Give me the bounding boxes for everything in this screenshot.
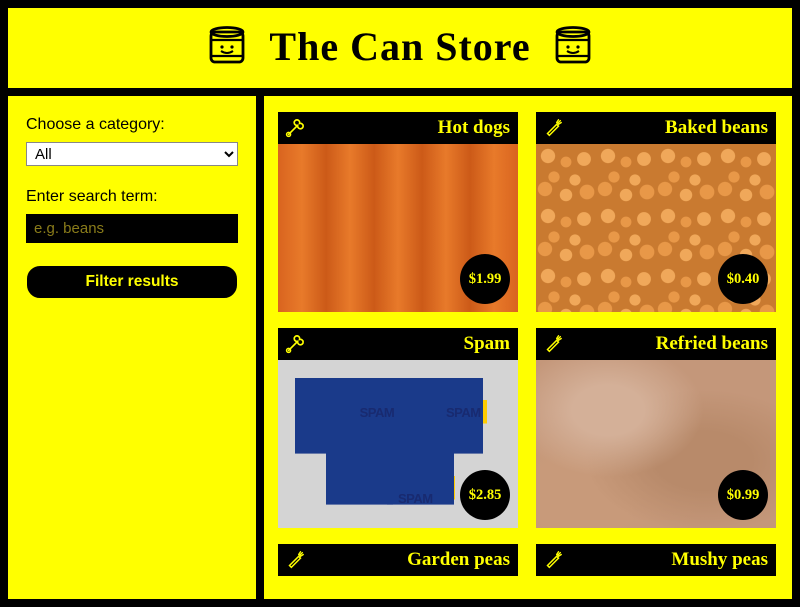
product-card[interactable]: Refried beans $0.99 [536, 328, 776, 528]
product-card[interactable]: Hot dogs $1.99 [278, 112, 518, 312]
product-image [536, 576, 776, 599]
product-grid-container: Hot dogs $1.99 Baked beans $0.40 Spam SPAMSPA… [264, 96, 792, 599]
product-name: Hot dogs [306, 117, 510, 139]
product-image: SPAMSPAMSPAM$2.85 [278, 360, 518, 528]
product-grid: Hot dogs $1.99 Baked beans $0.40 Spam SPAMSPA… [278, 112, 778, 599]
product-card-header: Garden peas [278, 544, 518, 576]
product-name: Baked beans [564, 117, 768, 139]
carrot-icon [542, 549, 564, 571]
price-badge: $0.40 [718, 254, 768, 304]
product-card[interactable]: Mushy peas [536, 544, 776, 599]
price-badge: $1.99 [460, 254, 510, 304]
product-name: Spam [306, 333, 510, 355]
product-card[interactable]: Spam SPAMSPAMSPAM$2.85 [278, 328, 518, 528]
product-card-header: Baked beans [536, 112, 776, 144]
page-title: The Can Store [269, 23, 530, 70]
search-input[interactable] [26, 214, 238, 243]
product-name: Garden peas [306, 549, 510, 571]
product-card[interactable]: Baked beans $0.40 [536, 112, 776, 312]
product-image: $1.99 [278, 144, 518, 312]
filter-sidebar: Choose a category: All Enter search term… [8, 96, 256, 599]
price-badge: $0.99 [718, 470, 768, 520]
carrot-icon [284, 549, 306, 571]
product-name: Mushy peas [564, 549, 768, 571]
search-label: Enter search term: [26, 188, 238, 206]
meat-icon [284, 117, 306, 139]
meat-icon [284, 333, 306, 355]
product-image: $0.99 [536, 360, 776, 528]
carrot-icon [542, 117, 564, 139]
product-name: Refried beans [564, 333, 768, 355]
category-select[interactable]: All [26, 142, 238, 166]
price-badge: $2.85 [460, 470, 510, 520]
product-card[interactable]: Garden peas [278, 544, 518, 599]
carrot-icon [542, 333, 564, 355]
page-header: The Can Store [8, 8, 792, 88]
product-card-header: Mushy peas [536, 544, 776, 576]
product-card-header: Hot dogs [278, 112, 518, 144]
product-card-header: Refried beans [536, 328, 776, 360]
category-label: Choose a category: [26, 116, 238, 134]
can-icon [203, 22, 251, 70]
product-image [278, 576, 518, 599]
product-card-header: Spam [278, 328, 518, 360]
product-image: $0.40 [536, 144, 776, 312]
can-icon [549, 22, 597, 70]
filter-button[interactable]: Filter results [26, 265, 238, 299]
